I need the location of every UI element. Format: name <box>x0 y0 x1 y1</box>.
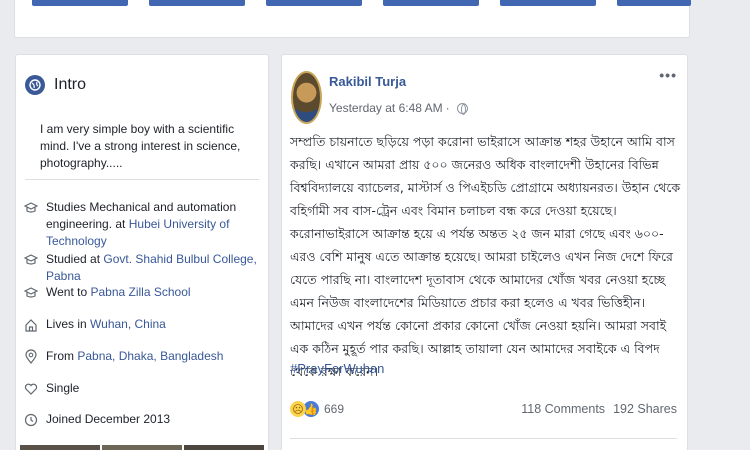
info-item-study: Studies Mechanical and automation engine… <box>24 199 264 250</box>
photo-thumbnail[interactable] <box>20 445 100 450</box>
profile-action-bar <box>14 0 691 38</box>
info-item-relationship: Single <box>24 380 264 397</box>
divider <box>25 179 259 180</box>
post-timestamp: Yesterday at 6:48 AM · <box>329 101 468 115</box>
info-link-school[interactable]: Pabna Zilla School <box>90 285 190 299</box>
divider <box>290 438 677 439</box>
profile-action-button[interactable] <box>149 0 245 6</box>
graduation-cap-icon <box>24 200 38 216</box>
profile-action-button[interactable] <box>500 0 596 6</box>
info-link-hometown[interactable]: Pabna, Dhaka, Bangladesh <box>77 349 223 363</box>
home-icon <box>24 317 38 333</box>
info-text: From <box>46 349 78 363</box>
photo-strip <box>16 445 268 450</box>
info-text: Joined December 2013 <box>46 412 171 426</box>
info-item-joined: Joined December 2013 <box>24 411 264 428</box>
post-options-button[interactable]: ••• <box>659 67 677 83</box>
post-text: সম্প্রতি চায়নাতে ছড়িয়ে পড়া করোনা ভাই… <box>290 134 681 379</box>
profile-action-button[interactable] <box>32 0 128 6</box>
info-text: Lives in <box>46 317 91 331</box>
time-separator: · <box>445 101 450 115</box>
post-hashtag[interactable]: #PrayForWuhan <box>290 361 384 376</box>
info-item-college: Studied at Govt. Shahid Bulbul College, … <box>24 251 264 285</box>
info-text: Single <box>46 381 80 395</box>
intro-bio: I am very simple boy with a scientific m… <box>40 122 241 170</box>
shares-count[interactable]: 192 Shares <box>613 402 677 416</box>
info-item-from: From Pabna, Dhaka, Bangladesh <box>24 348 264 365</box>
info-link-city[interactable]: Wuhan, China <box>90 317 166 331</box>
info-item-lives: Lives in Wuhan, China <box>24 316 264 333</box>
clock-icon <box>24 412 38 428</box>
public-globe-icon[interactable] <box>456 102 468 115</box>
intro-title: Intro <box>54 76 87 93</box>
graduation-cap-icon <box>24 252 38 268</box>
info-text: Went to <box>46 285 91 299</box>
post-time-text[interactable]: Yesterday at 6:48 AM <box>329 101 443 115</box>
profile-action-button[interactable] <box>617 0 691 6</box>
heart-icon <box>24 381 38 397</box>
location-pin-icon <box>24 349 38 365</box>
intro-globe-icon <box>25 75 45 95</box>
intro-header: Intro <box>25 75 86 95</box>
info-text: Studied at <box>46 252 104 266</box>
profile-action-button[interactable] <box>266 0 362 6</box>
info-item-school: Went to Pabna Zilla School <box>24 284 264 301</box>
reaction-count[interactable]: 669 <box>324 402 344 416</box>
profile-action-button[interactable] <box>383 0 479 6</box>
intro-card: Intro I am very simple boy with a scient… <box>15 54 269 450</box>
sad-reaction-icon[interactable]: ☹ <box>290 401 306 417</box>
comments-count[interactable]: 118 Comments <box>521 402 605 416</box>
reaction-summary: ☹ 👍 669 118 Comments 192 Shares <box>290 399 677 419</box>
post-author-name[interactable]: Rakibil Turja <box>329 74 406 89</box>
avatar[interactable] <box>291 71 322 124</box>
photo-thumbnail[interactable] <box>102 445 182 450</box>
photo-thumbnail[interactable] <box>184 445 264 450</box>
post-card: Rakibil Turja Yesterday at 6:48 AM · •••… <box>281 54 688 450</box>
graduation-cap-icon <box>24 285 38 301</box>
